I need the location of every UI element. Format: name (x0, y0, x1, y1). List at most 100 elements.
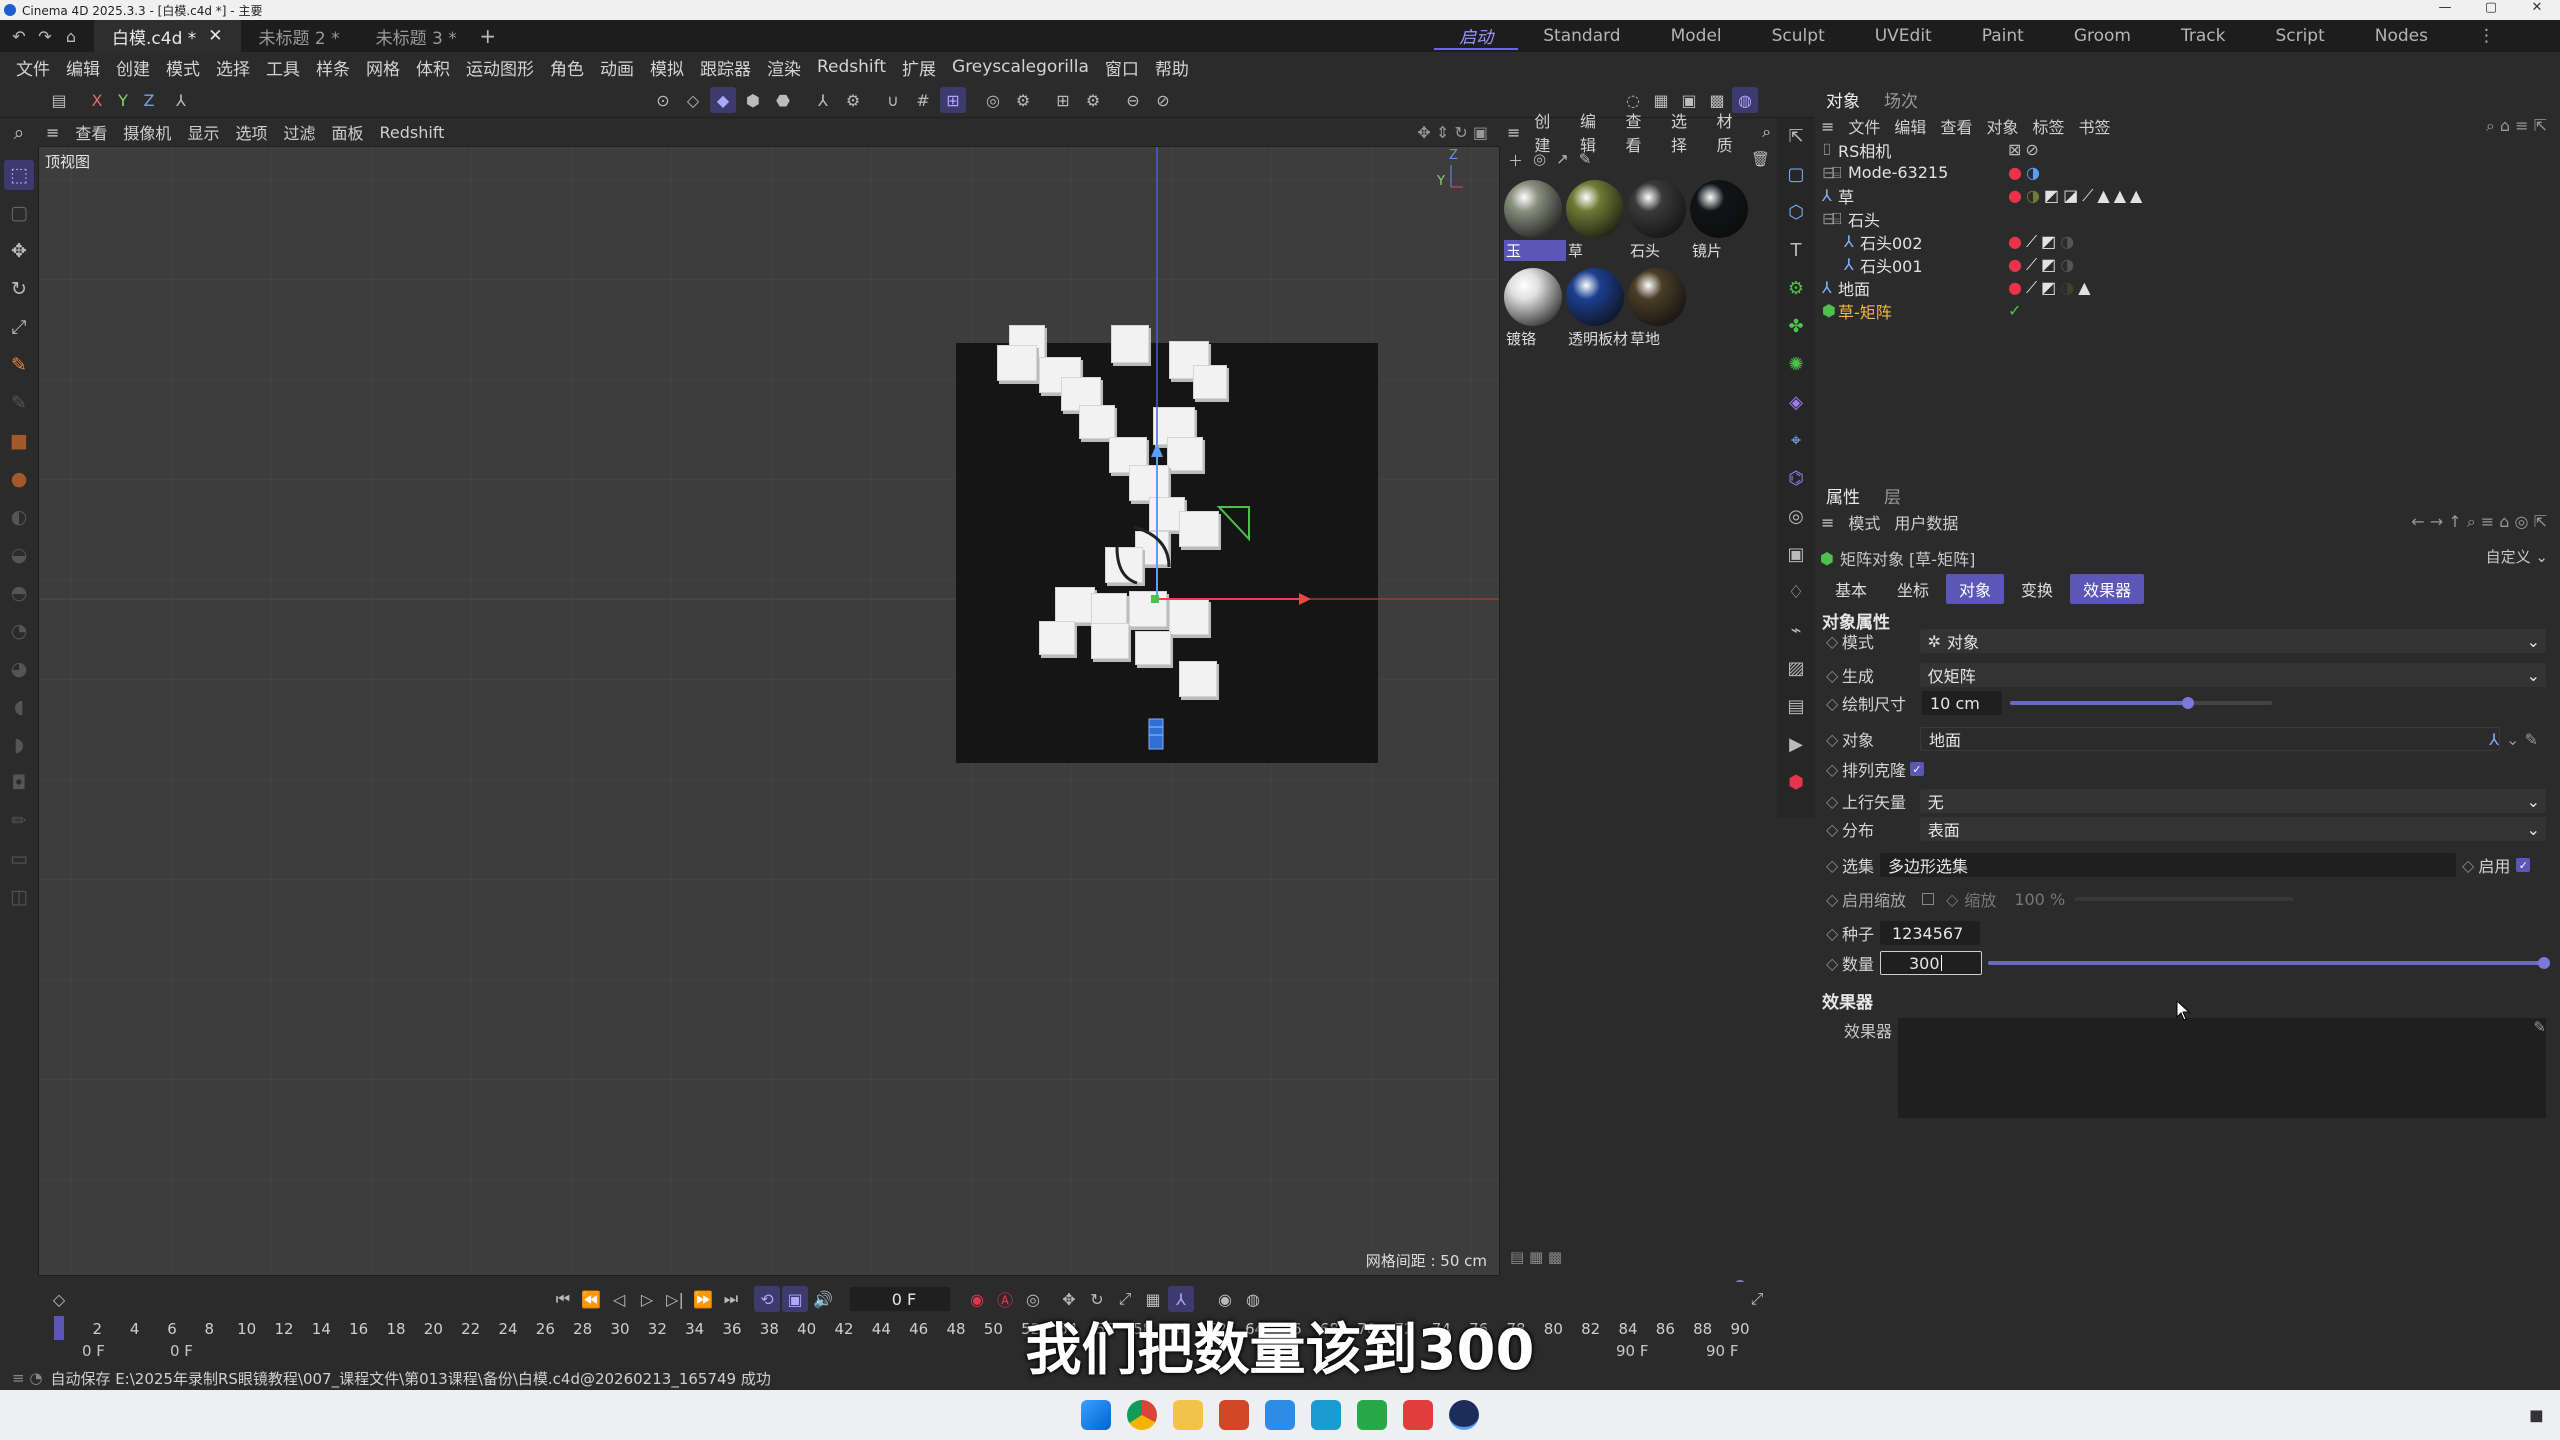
spline-icon[interactable]: ◓ (4, 578, 34, 608)
settings-icon[interactable]: ⚙ (840, 87, 866, 113)
new-tab-icon[interactable]: + (475, 23, 501, 49)
tab-attributes[interactable]: 属性 (1814, 483, 1872, 508)
hamburger-icon[interactable]: ≡ (1814, 513, 1841, 532)
measure-icon[interactable]: ▭ (4, 844, 34, 874)
menu-window[interactable]: 窗口 (1097, 55, 1147, 80)
keyframe-icon[interactable]: ◇ (1826, 890, 1842, 909)
object-manager-icon[interactable]: ⇱ (1782, 122, 1810, 150)
keyframe-icon[interactable]: ◇ (1826, 666, 1842, 685)
soft-selection-icon[interactable]: ◎ (980, 87, 1006, 113)
om-menu-object[interactable]: 对象 (1979, 114, 2025, 138)
minimize-button[interactable]: — (2422, 0, 2468, 15)
subtab-basic[interactable]: 基本 (1822, 574, 1880, 604)
material-swatch[interactable]: 草 (1566, 180, 1628, 261)
attr-menu-mode[interactable]: 模式 (1841, 510, 1887, 534)
keyframe-icon[interactable]: ◇ (1826, 760, 1842, 779)
hamburger-icon[interactable]: ≡ (1814, 117, 1841, 136)
distribution-dropdown[interactable]: 表面 ⌄ (1919, 817, 2546, 841)
tree-row[interactable]: ⊟ ⌸ 石头 (1822, 207, 2560, 230)
menu-help[interactable]: 帮助 (1147, 55, 1197, 80)
trash-icon[interactable]: 🗑 (1751, 150, 1770, 168)
extrude-icon[interactable]: ◒ (4, 540, 34, 570)
live-select-icon[interactable]: ▢ (4, 198, 34, 228)
deformer-icon[interactable]: ◈ (1782, 388, 1810, 416)
axis-mode-icon[interactable]: ⅄ (810, 87, 836, 113)
play-icon[interactable]: ▶ (1782, 730, 1810, 758)
subtab-object[interactable]: 对象 (1946, 574, 2005, 604)
keyframe-icon[interactable]: ◇ (1826, 820, 1842, 839)
count-slider[interactable] (1988, 957, 2550, 969)
object-link-field[interactable]: 地面 ⅄ (1920, 727, 2500, 751)
bevel-icon[interactable]: ◖ (4, 692, 34, 722)
tab-objects[interactable]: 对象 (1814, 87, 1872, 112)
effectors-list[interactable] (1898, 1018, 2546, 1118)
layout-uvedit[interactable]: UVEdit (1850, 26, 1957, 46)
menu-file[interactable]: 文件 (8, 55, 58, 80)
deformer-icon[interactable]: ◐ (4, 502, 34, 532)
spline-icon[interactable]: ⌬ (1782, 464, 1810, 492)
keyframe-icon[interactable]: ◇ (1826, 954, 1842, 973)
arrow-icon[interactable]: ↗ (1556, 150, 1569, 171)
menu-tracker[interactable]: 跟踪器 (692, 55, 759, 80)
quantize-icon[interactable]: ⊘ (1150, 87, 1176, 113)
magnet-icon[interactable]: ∪ (880, 87, 906, 113)
layout-nodes[interactable]: Nodes (2350, 26, 2453, 46)
tree-row[interactable]: ⅄ 石头002 ● ⟋ ◩ ◑ (1822, 230, 2560, 253)
om-tools[interactable]: ⌕ ⌂ ≡ ⇱ (2479, 116, 2554, 136)
count-input[interactable]: 300 (1880, 951, 1982, 975)
mat-menu-material[interactable]: 材质 (1710, 108, 1756, 156)
draw-size-slider[interactable] (2010, 697, 2272, 709)
close-window-button[interactable]: ✕ (2514, 0, 2560, 15)
layout-sculpt[interactable]: Sculpt (1747, 26, 1850, 46)
vp-menu-options[interactable]: 选项 (227, 120, 275, 144)
menu-spline[interactable]: 样条 (308, 55, 358, 80)
scale-tool-icon[interactable]: ⤢ (4, 312, 34, 342)
om-menu-bookmarks[interactable]: 书签 (2071, 114, 2117, 138)
camtasia-icon[interactable] (1357, 1400, 1387, 1430)
tree-row[interactable]: ⅄ 地面 ● ⟋ ◩ ◑ ▲ (1822, 276, 2560, 299)
image-icon[interactable]: ▨ (1782, 654, 1810, 682)
vp-menu-view[interactable]: 查看 (67, 120, 115, 144)
redo-icon[interactable]: ↷ (32, 23, 58, 49)
recorder-icon[interactable] (1403, 1400, 1433, 1430)
brush-icon[interactable]: ✎ (4, 350, 34, 380)
effector-icon[interactable]: ✺ (1782, 350, 1810, 378)
weld-icon[interactable]: ◘ (4, 768, 34, 798)
vp-menu-display[interactable]: 显示 (179, 120, 227, 144)
menu-extensions[interactable]: 扩展 (894, 55, 944, 80)
menu-mesh[interactable]: 网格 (358, 55, 408, 80)
layout-groom[interactable]: Groom (2049, 26, 2156, 46)
keyframe-icon[interactable]: ◇ (1826, 632, 1842, 651)
vp-menu-camera[interactable]: 摄像机 (115, 120, 179, 144)
tree-row[interactable]: ⅄ 石头001 ● ⟋ ◩ ◑ (1822, 253, 2560, 276)
expand-icon[interactable]: ⊟ (1822, 209, 1835, 228)
field-icon[interactable]: ◔ (4, 616, 34, 646)
material-swatch[interactable]: 镀铬 (1504, 268, 1566, 349)
vp-menu-filter[interactable]: 过滤 (275, 120, 323, 144)
layout-script[interactable]: Script (2250, 26, 2349, 46)
maximize-button[interactable]: ▢ (2468, 0, 2514, 15)
menu-greyscalegorilla[interactable]: Greyscalegorilla (944, 57, 1097, 77)
paint-icon[interactable]: ✏ (4, 806, 34, 836)
move-tool-icon[interactable]: ✥ (4, 236, 34, 266)
selection-field[interactable]: 多边形选集 (1880, 853, 2456, 877)
menu-select[interactable]: 选择 (208, 55, 258, 80)
layout-icon[interactable]: ▤ (46, 87, 72, 113)
close-tab-icon[interactable]: ✕ (208, 26, 222, 46)
material-swatch[interactable]: 石头 (1628, 180, 1690, 261)
search-icon[interactable]: ⌕ (1755, 122, 1778, 142)
keyframe-icon[interactable]: ◇ (2462, 856, 2474, 875)
tray-icon[interactable]: ◼ (2529, 1405, 2544, 1426)
cloner-icon[interactable]: ✤ (1782, 312, 1810, 340)
menu-render[interactable]: 渲染 (759, 55, 809, 80)
menu-mograph[interactable]: 运动图形 (458, 55, 542, 80)
hamburger-icon[interactable]: ≡ (38, 123, 67, 142)
snap-icon[interactable]: # (910, 87, 936, 113)
tag-icon[interactable]: ⌁ (1782, 616, 1810, 644)
sphere-tool-icon[interactable]: ● (4, 464, 34, 494)
view-mode-icons[interactable]: ▤ ▦ ▩ (1510, 1248, 1562, 1266)
subtab-effectors[interactable]: 效果器 (2070, 574, 2145, 604)
draw-size-input[interactable]: 10 cm (1922, 691, 2002, 715)
keyframe-icon[interactable]: ◇ (1826, 924, 1842, 943)
menu-redshift[interactable]: Redshift (809, 57, 894, 77)
